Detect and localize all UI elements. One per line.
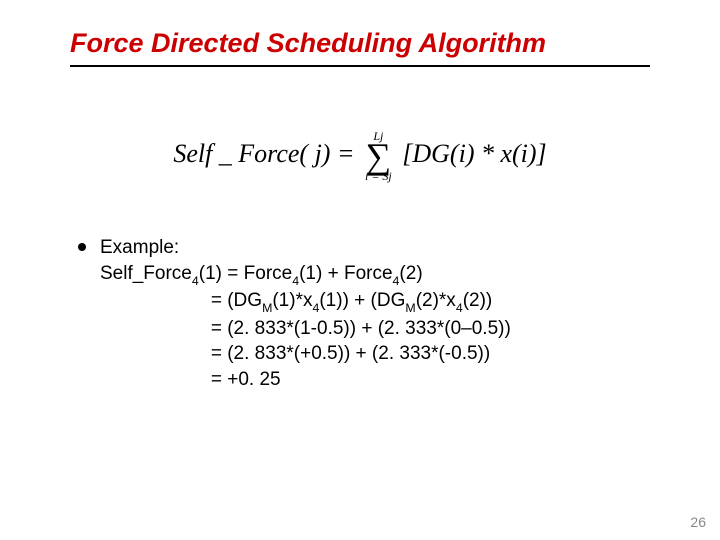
summation-symbol: Lj ∑ i = Sj	[365, 130, 392, 182]
sum-lower: i = Sj	[365, 170, 392, 182]
page-number: 26	[690, 514, 706, 530]
formula-rhs: [DG(i) * x(i)]	[402, 139, 546, 168]
example-line-1: Self_Force4(1) = Force4(1) + Force4(2)	[100, 261, 660, 288]
self-force-formula: Self _ Force( j) = Lj ∑ i = Sj [DG(i) * …	[0, 130, 720, 182]
slide-title: Force Directed Scheduling Algorithm	[70, 28, 650, 67]
example-block: Example: Self_Force4(1) = Force4(1) + Fo…	[100, 235, 660, 392]
bullet-icon	[78, 243, 86, 251]
slide: Force Directed Scheduling Algorithm Self…	[0, 0, 720, 540]
example-line-3: = (2. 833*(1-0.5)) + (2. 333*(0–0.5))	[100, 316, 660, 342]
formula-lhs: Self _ Force( j) =	[173, 139, 354, 168]
example-heading: Example:	[100, 235, 660, 261]
example-line-4: = (2. 833*(+0.5)) + (2. 333*(-0.5))	[100, 341, 660, 367]
example-line-5: = +0. 25	[100, 367, 660, 393]
sigma-icon: ∑	[365, 140, 392, 172]
example-line-2: = (DGM(1)*x4(1)) + (DGM(2)*x4(2))	[100, 288, 660, 315]
